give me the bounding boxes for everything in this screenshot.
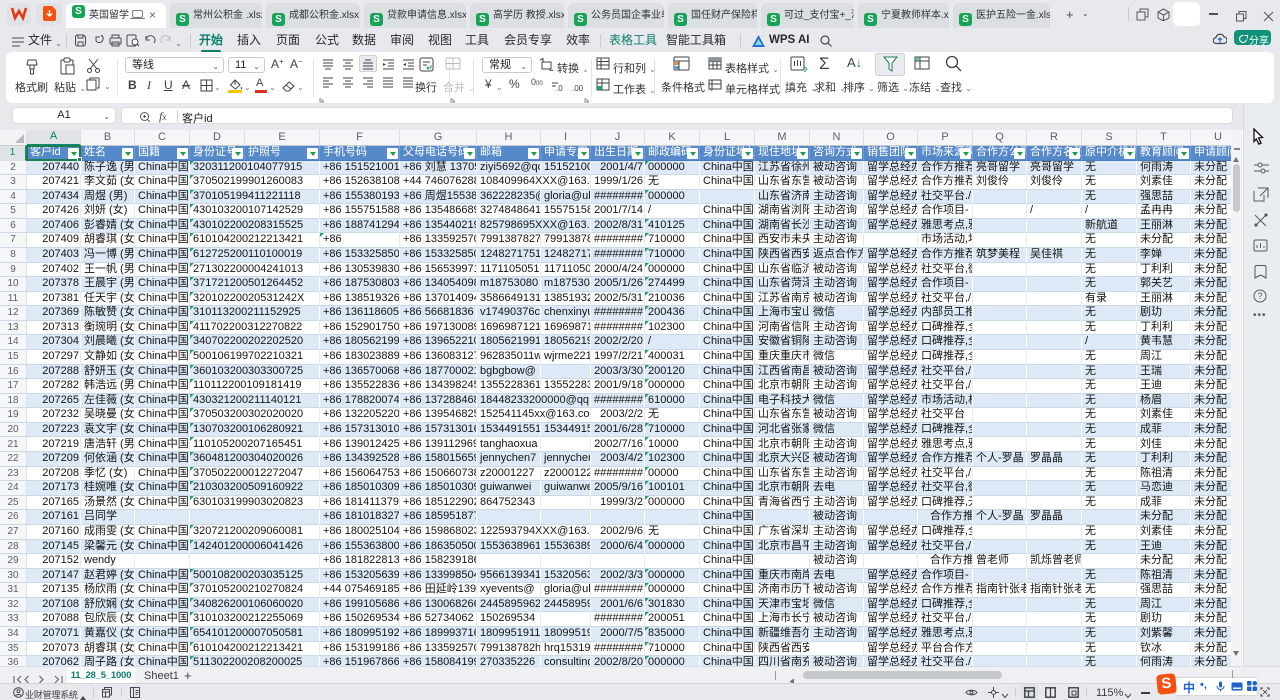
svg-text:.00: .00 [572, 84, 584, 92]
svg-text:?: ? [1258, 291, 1263, 301]
svg-text:.0: .0 [556, 84, 563, 92]
